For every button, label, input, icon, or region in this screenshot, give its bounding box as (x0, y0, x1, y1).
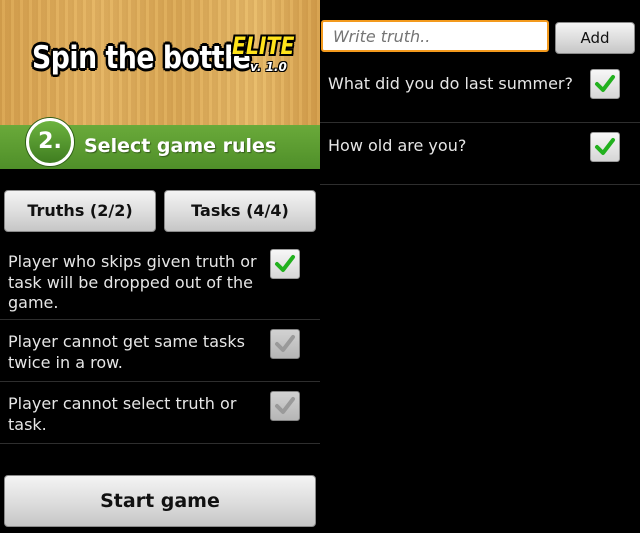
truths-tab-button[interactable]: Truths (2/2) (4, 190, 156, 232)
rule-item[interactable]: Player cannot select truth or task. (0, 382, 320, 444)
checkmark-icon (595, 75, 615, 92)
checkmark-icon (275, 397, 295, 414)
write-truth-input[interactable] (321, 20, 549, 52)
edition-badge: ELITE (232, 32, 295, 60)
tasks-tab-button[interactable]: Tasks (4/4) (164, 190, 316, 232)
rule-label: Player cannot get same tasks twice in a … (8, 332, 245, 372)
version-label: v. 1.0 (250, 60, 287, 74)
rule-checkbox-disabled[interactable] (270, 391, 300, 421)
rule-checkbox[interactable] (270, 249, 300, 279)
truth-list-item[interactable]: What did you do last summer? (320, 60, 640, 123)
step-number-badge: 2. (26, 118, 74, 166)
start-game-button[interactable]: Start game (4, 475, 316, 527)
checkmark-icon (275, 335, 295, 352)
truth-label: What did you do last summer? (328, 74, 573, 93)
truth-label: How old are you? (328, 136, 467, 155)
rule-checkbox-disabled[interactable] (270, 329, 300, 359)
rule-label: Player who skips given truth or task wil… (8, 252, 257, 312)
truth-checkbox[interactable] (590, 69, 620, 99)
checkmark-icon (275, 255, 295, 272)
step-title: Select game rules (84, 135, 277, 157)
app-title: Spin the bottle (32, 40, 251, 76)
rule-item[interactable]: Player who skips given truth or task wil… (0, 240, 320, 320)
rules-panel: Spin the bottle ELITE v. 1.0 2. Select g… (0, 0, 320, 533)
rule-item[interactable]: Player cannot get same tasks twice in a … (0, 320, 320, 382)
truth-checkbox[interactable] (590, 132, 620, 162)
truth-list-item[interactable]: How old are you? (320, 123, 640, 185)
rule-label: Player cannot select truth or task. (8, 394, 237, 434)
checkmark-icon (595, 138, 615, 155)
app-header: Spin the bottle ELITE v. 1.0 (0, 0, 320, 125)
add-truth-button[interactable]: Add (555, 22, 635, 54)
